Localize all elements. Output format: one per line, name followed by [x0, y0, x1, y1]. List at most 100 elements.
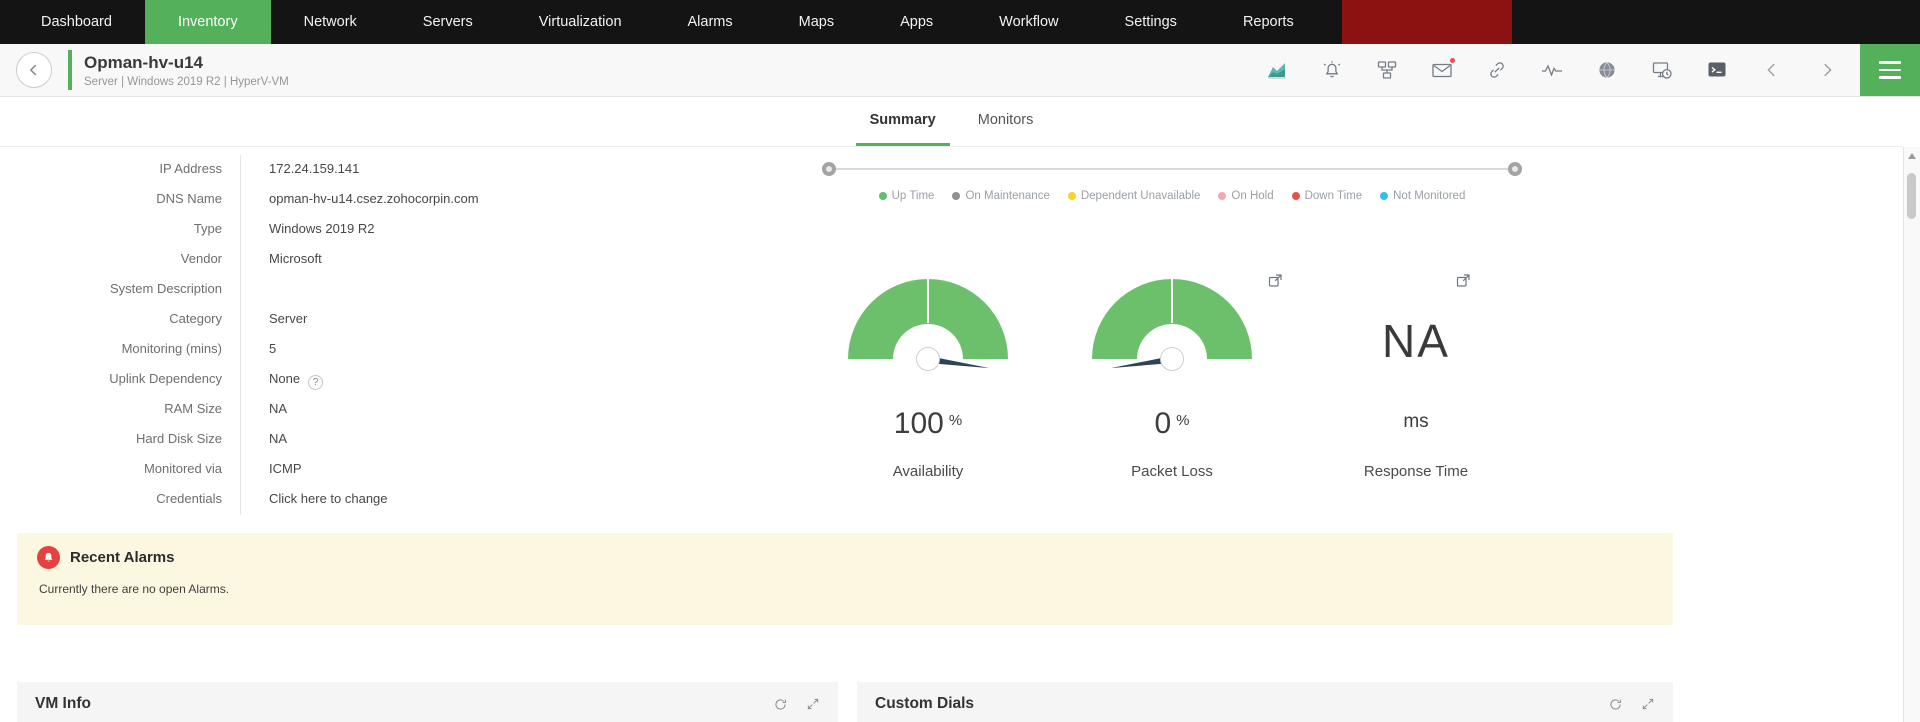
legend-dot: [1291, 192, 1300, 200]
expand-icon[interactable]: [806, 697, 820, 711]
gauge-unit: %: [948, 412, 963, 429]
detail-row-credentials: Credentials Click here to change: [0, 485, 760, 515]
gauge-response-time: NA ms Response Time: [1317, 274, 1515, 480]
traffic-pulse-icon[interactable]: [1541, 59, 1563, 81]
summary-content: IP Address 172.24.159.141 DNS Name opman…: [0, 147, 1903, 722]
detail-value: 172.24.159.141: [240, 155, 760, 185]
detail-row-monitoring-interval: Monitoring (mins) 5: [0, 335, 760, 365]
time-range-slider[interactable]: [822, 161, 1522, 177]
gauge-arc: [1092, 279, 1252, 359]
next-device-icon[interactable]: [1816, 59, 1838, 81]
detail-label: IP Address: [159, 161, 222, 176]
panel-title: Custom Dials: [875, 695, 975, 712]
gauge-label: Packet Loss: [1131, 463, 1213, 480]
legend-dot: [878, 192, 887, 200]
nav-item-maps[interactable]: Maps: [766, 0, 867, 44]
alarm-bell-icon[interactable]: [1321, 59, 1343, 81]
device-header: Opman-hv-u14 Server | Windows 2019 R2 | …: [0, 44, 1920, 97]
top-nav: Dashboard Inventory Network Servers Virt…: [0, 0, 1920, 44]
nav-item-workflow[interactable]: Workflow: [966, 0, 1091, 44]
slider-handle-left[interactable]: [822, 162, 836, 176]
link-icon[interactable]: [1486, 59, 1508, 81]
detail-row-system-description: System Description: [0, 275, 760, 305]
gauge-tick: [927, 279, 929, 323]
mail-icon[interactable]: [1431, 57, 1456, 81]
device-schedule-icon[interactable]: [1651, 59, 1673, 81]
gauge-unit: ms: [1403, 411, 1429, 432]
workflow-icon[interactable]: [1376, 59, 1398, 81]
detail-row-hard-disk-size: Hard Disk Size NA: [0, 425, 760, 455]
alarm-bell-badge: [37, 546, 60, 569]
legend-dependent-unavailable: Dependent Unavailable: [1067, 190, 1200, 202]
status-legend: Up Time On Maintenance Dependent Unavail…: [822, 190, 1522, 202]
terminal-icon[interactable]: [1706, 59, 1728, 81]
help-icon[interactable]: ?: [308, 375, 324, 390]
export-icon[interactable]: [1456, 273, 1471, 291]
legend-up-time: Up Time: [878, 190, 934, 202]
detail-label: System Description: [110, 281, 222, 296]
detail-label: Hard Disk Size: [136, 431, 222, 446]
globe-icon[interactable]: [1596, 59, 1618, 81]
tab-summary[interactable]: Summary: [855, 97, 950, 146]
detail-value: NA: [240, 395, 760, 425]
slider-track[interactable]: [828, 168, 1516, 170]
tab-bar: Summary Monitors: [0, 97, 1903, 147]
detail-value: opman-hv-u14.csez.zohocorpin.com: [240, 185, 760, 215]
detail-value: Windows 2019 R2: [240, 215, 760, 245]
detail-label: Vendor: [180, 251, 222, 266]
back-button[interactable]: [16, 52, 52, 88]
detail-label: Uplink Dependency: [109, 371, 222, 386]
legend-label: On Maintenance: [965, 190, 1050, 202]
nav-item-virtualization[interactable]: Virtualization: [506, 0, 655, 44]
nav-item-dashboard[interactable]: Dashboard: [8, 0, 145, 44]
detail-label: Monitoring (mins): [121, 341, 222, 356]
detail-value: ICMP: [240, 455, 760, 485]
vm-info-panel: VM Info: [17, 682, 838, 722]
tab-monitors[interactable]: Monitors: [964, 97, 1048, 146]
export-icon[interactable]: [1268, 273, 1283, 291]
detail-label: DNS Name: [156, 191, 222, 206]
promo-banner[interactable]: [1341, 0, 1512, 44]
chart-icon[interactable]: [1266, 59, 1288, 81]
uplink-value: None: [269, 371, 301, 386]
opmanager-app: Dashboard Inventory Network Servers Virt…: [0, 0, 1920, 722]
credentials-change-link[interactable]: Click here to change: [240, 485, 760, 515]
nav-item-inventory[interactable]: Inventory: [144, 0, 271, 44]
gauge-value: 100%: [829, 407, 1027, 441]
menu-icon[interactable]: [1860, 44, 1920, 96]
slider-handle-right[interactable]: [1508, 162, 1522, 176]
detail-row-vendor: Vendor Microsoft: [0, 245, 760, 275]
detail-value: None?: [240, 365, 760, 395]
scrollbar-thumb[interactable]: [1907, 173, 1916, 219]
nav-item-alarms[interactable]: Alarms: [655, 0, 766, 44]
prev-device-icon[interactable]: [1761, 59, 1783, 81]
refresh-icon[interactable]: [1608, 697, 1623, 712]
recent-alarms-title: Recent Alarms: [70, 549, 175, 566]
detail-label: Category: [169, 311, 222, 326]
panel-actions: [1608, 697, 1655, 712]
detail-label: RAM Size: [164, 401, 222, 416]
vertical-scrollbar[interactable]: [1903, 147, 1920, 722]
nav-item-settings[interactable]: Settings: [1092, 0, 1210, 44]
detail-value: 5: [240, 335, 760, 365]
gauge-number: 100: [893, 407, 944, 440]
nav-item-network[interactable]: Network: [271, 0, 390, 44]
panel-actions: [773, 697, 820, 712]
chevron-left-icon: [29, 64, 37, 76]
detail-row-dns-name: DNS Name opman-hv-u14.csez.zohocorpin.co…: [0, 185, 760, 215]
nav-item-apps[interactable]: Apps: [867, 0, 966, 44]
nav-item-reports[interactable]: Reports: [1210, 0, 1327, 44]
legend-down-time: Down Time: [1291, 190, 1363, 202]
scrollbar-up-arrow[interactable]: [1908, 153, 1916, 159]
gauge-value: NA: [1382, 315, 1450, 367]
gauge-row: 100% Availability 0% Packet Loss NA ms R…: [822, 274, 1522, 480]
gauge-availability: 100% Availability: [829, 279, 1027, 480]
legend-label: Down Time: [1304, 190, 1363, 202]
detail-value: Server: [240, 305, 760, 335]
expand-icon[interactable]: [1641, 697, 1655, 711]
legend-on-maintenance: On Maintenance: [952, 190, 1050, 202]
availability-overview: Up Time On Maintenance Dependent Unavail…: [822, 147, 1522, 480]
device-action-icons: [1266, 57, 1838, 81]
nav-item-servers[interactable]: Servers: [390, 0, 506, 44]
refresh-icon[interactable]: [773, 697, 788, 712]
